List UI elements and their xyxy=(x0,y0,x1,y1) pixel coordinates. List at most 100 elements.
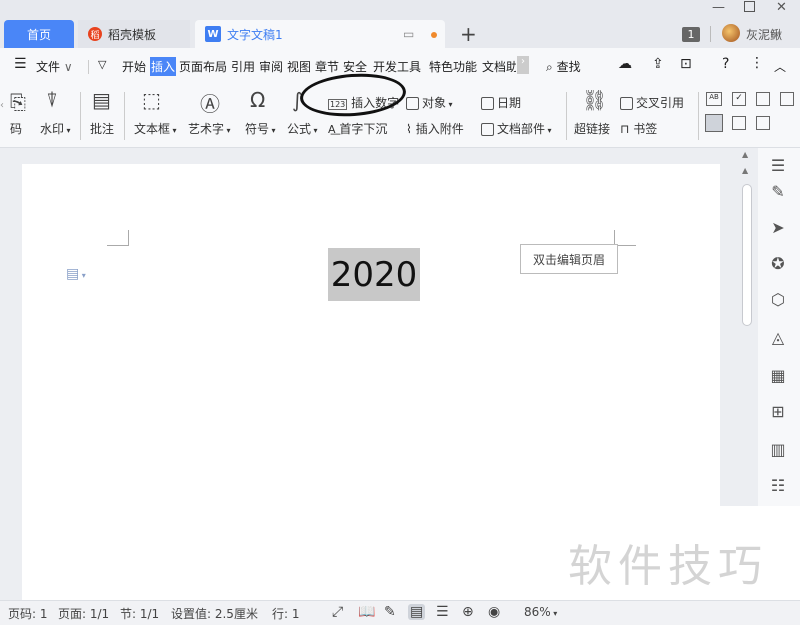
formula-button[interactable]: 公式 ▾ xyxy=(287,120,318,137)
dropdown-arrow-icon: ▾ xyxy=(311,126,318,135)
more-tools-icon[interactable]: ⊡ xyxy=(680,56,692,72)
tab-home-label: 首页 xyxy=(26,27,51,42)
comment-button[interactable]: 批注 xyxy=(90,120,114,137)
control-icon[interactable] xyxy=(756,116,770,130)
table-icon[interactable]: ▦ xyxy=(768,366,788,385)
watermark-partial-label[interactable]: 码 xyxy=(10,120,22,137)
pen-icon[interactable]: ✎ xyxy=(768,182,788,201)
chart-icon[interactable]: ▥ xyxy=(768,440,788,459)
list-field-icon[interactable] xyxy=(756,92,770,106)
scroll-up-icon[interactable]: ▲ xyxy=(742,150,748,159)
collapse-up-icon[interactable]: ︿ xyxy=(774,58,786,75)
divider xyxy=(88,60,89,74)
menu-item-insert[interactable]: 插入 xyxy=(150,57,177,76)
layers-icon[interactable]: ◬ xyxy=(768,328,788,347)
tab-home[interactable]: 首页 xyxy=(4,20,74,48)
grid-apps-icon[interactable]: ⊞ xyxy=(768,402,788,421)
eye-protection-icon[interactable]: ◉ xyxy=(488,604,500,620)
hyperlink-button[interactable]: 超链接 xyxy=(574,120,610,137)
object-button[interactable]: 对象 ▾ xyxy=(406,94,453,111)
menu-item-security[interactable]: 安全 xyxy=(343,58,367,75)
drop-cap-label: 首字下沉 xyxy=(339,122,388,136)
menu-item-review[interactable]: 审阅 xyxy=(259,58,283,75)
help-icon[interactable]: ? xyxy=(722,56,729,72)
menu-item-references[interactable]: 引用 xyxy=(231,58,255,75)
status-section[interactable]: 节: 1/1 xyxy=(120,605,159,622)
writer-icon: W xyxy=(205,26,221,42)
tab-docer-label: 稻壳模板 xyxy=(108,27,157,42)
read-mode-icon[interactable]: 📖 xyxy=(358,604,375,620)
maximize-icon[interactable] xyxy=(744,1,755,12)
zoom-level[interactable]: 86% ▾ xyxy=(524,605,557,619)
menu-item-page-layout[interactable]: 页面布局 xyxy=(179,58,227,75)
attachment-button[interactable]: ⌇ 插入附件 xyxy=(406,120,464,137)
margin-corner-left xyxy=(107,230,129,246)
style-icon[interactable]: ✪ xyxy=(768,254,788,273)
avatar[interactable] xyxy=(722,24,740,42)
dropdown-arrow-icon: ▾ xyxy=(446,100,453,109)
status-pages[interactable]: 页面: 1/1 xyxy=(58,605,109,622)
menu-item-developer[interactable]: 开发工具 xyxy=(373,58,421,75)
cursor-icon[interactable]: ➤ xyxy=(768,218,788,237)
file-menu-label: 文件 xyxy=(36,60,61,74)
unsaved-dot-icon xyxy=(431,32,437,38)
drop-cap-button[interactable]: A͟ 首字下沉 xyxy=(328,120,387,137)
checkbox-icon[interactable]: ✓ xyxy=(732,92,746,106)
selected-year-text[interactable]: 2020 xyxy=(328,248,420,301)
collapse-ribbon-icon[interactable]: ▽ xyxy=(98,58,106,71)
wordart-button[interactable]: 艺术字 ▾ xyxy=(188,120,231,137)
page-view-icon[interactable]: ▤ xyxy=(408,604,426,620)
form-field-icon[interactable] xyxy=(780,92,794,106)
textbox-label: 文本框 xyxy=(134,122,171,136)
menu-item-features[interactable]: 特色功能 xyxy=(429,58,477,75)
status-page-number[interactable]: 页码: 1 xyxy=(8,605,48,622)
minimize-icon[interactable]: — xyxy=(712,0,725,15)
cloud-icon[interactable]: ☁ xyxy=(618,56,632,72)
status-line[interactable]: 行: 1 xyxy=(272,605,300,622)
scroll-up-page-icon[interactable]: ▲ xyxy=(742,166,748,175)
date-label: 日期 xyxy=(497,96,522,110)
monitor-icon[interactable]: ▭ xyxy=(403,27,414,41)
cross-ref-button[interactable]: 交叉引用 xyxy=(620,94,684,111)
textbox-button[interactable]: 文本框 ▾ xyxy=(134,120,177,137)
menu-item-doc-assistant[interactable]: 文档助 xyxy=(482,58,516,75)
username[interactable]: 灰泥鳅 xyxy=(746,26,782,43)
notification-badge[interactable]: 1 xyxy=(682,27,700,42)
edit-mode-icon[interactable]: ✎ xyxy=(384,604,396,620)
close-icon[interactable]: ✕ xyxy=(776,0,787,15)
design-mode-icon[interactable] xyxy=(705,114,723,132)
paste-options-icon[interactable]: ▤ ▾ xyxy=(66,266,86,282)
scroll-right-icon[interactable]: › xyxy=(517,56,529,74)
more-icon[interactable]: ⋮ xyxy=(750,55,764,71)
adjust-sliders-icon[interactable]: ☷ xyxy=(768,476,788,495)
divider xyxy=(710,26,711,42)
menu-item-chapter[interactable]: 章节 xyxy=(315,58,339,75)
shapes-icon[interactable]: ⬡ xyxy=(768,290,788,309)
tab-document[interactable]: W 文字文稿1 ▭ xyxy=(195,20,445,48)
symbol-button[interactable]: 符号 ▾ xyxy=(245,120,276,137)
paperclip-icon: ⌇ xyxy=(406,122,412,136)
field-ab-icon[interactable]: AB xyxy=(706,92,722,106)
status-setting[interactable]: 设置值: 2.5厘米 xyxy=(171,605,258,622)
date-button[interactable]: 日期 xyxy=(481,94,521,111)
bookmark-button[interactable]: ⊓ 书签 xyxy=(620,120,657,137)
share-icon[interactable]: ⇪ xyxy=(652,56,664,72)
outline-view-icon[interactable]: ☰ xyxy=(436,604,449,620)
sidebar-settings-icon[interactable]: ☰ xyxy=(768,156,788,175)
doc-parts-button[interactable]: 文档部件 ▾ xyxy=(481,120,552,137)
search-button[interactable]: ⌕ 查找 xyxy=(546,58,581,75)
attachment-label: 插入附件 xyxy=(415,122,464,136)
properties-icon[interactable] xyxy=(732,116,746,130)
watermark-button[interactable]: 水印 ▾ xyxy=(40,120,71,137)
menu-item-view[interactable]: 视图 xyxy=(287,58,311,75)
menu-item-start[interactable]: 开始 xyxy=(122,58,146,75)
new-tab-button[interactable]: + xyxy=(460,22,477,46)
scrollbar-thumb[interactable] xyxy=(742,184,752,326)
hamburger-menu-icon[interactable]: ☰ xyxy=(14,56,27,72)
dropdown-arrow-icon: ▾ xyxy=(170,126,177,135)
scroll-left-icon[interactable]: ‹ xyxy=(0,100,4,111)
tab-docer[interactable]: 稻 稻壳模板 xyxy=(78,20,190,48)
fullscreen-icon[interactable]: ⤢ xyxy=(332,604,343,620)
web-view-icon[interactable]: ⊕ xyxy=(462,604,474,620)
file-menu[interactable]: 文件 ∨ xyxy=(36,58,73,75)
